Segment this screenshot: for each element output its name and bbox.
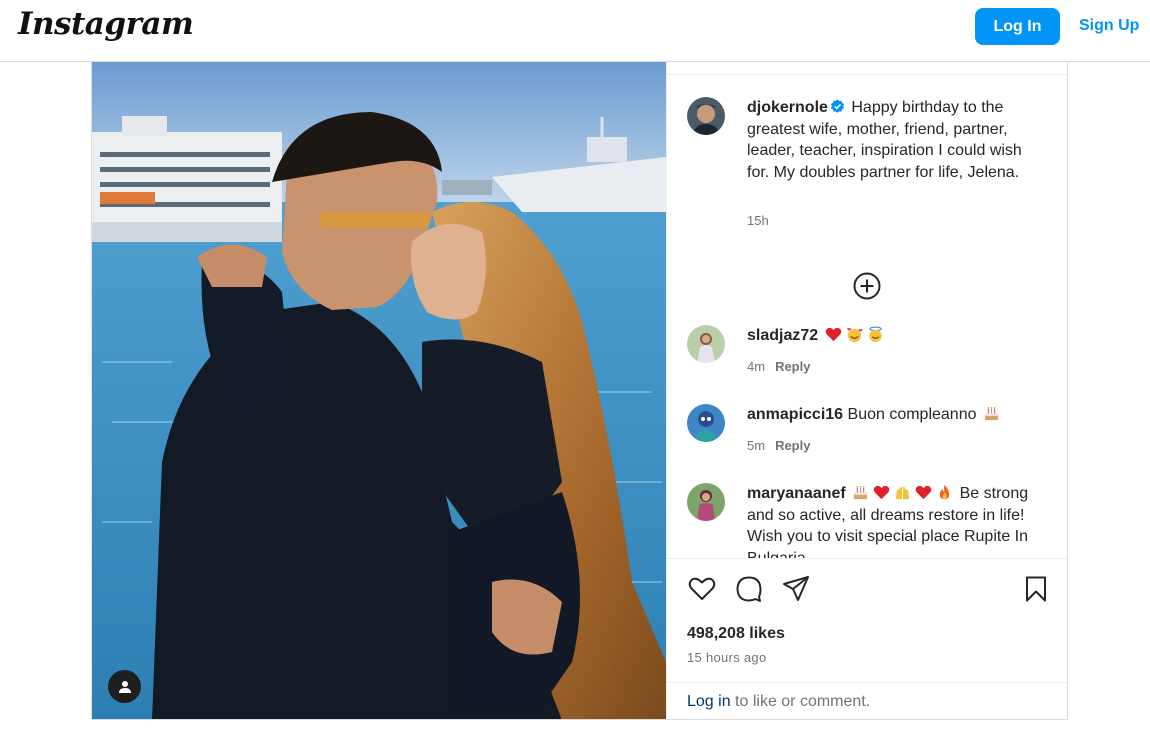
login-to-comment-prompt: Log in to like or comment.	[687, 693, 870, 711]
top-bar: Instagram Log In Sign Up	[0, 0, 1150, 62]
comment-icon[interactable]	[734, 574, 764, 604]
red-heart-emoji	[873, 485, 890, 500]
reply-button[interactable]: Reply	[775, 359, 810, 374]
verified-badge-icon	[830, 99, 844, 113]
birthday-cake-emoji	[854, 485, 868, 500]
comment-text: maryanaanef Be strong and so active, all…	[747, 483, 1047, 558]
comment-username[interactable]: anmapicci16	[747, 406, 843, 423]
comment-text: anmapicci16 Buon compleanno	[747, 404, 1047, 426]
login-button[interactable]: Log In	[975, 8, 1060, 45]
login-prompt-text: to like or comment.	[730, 693, 871, 710]
commenter-avatar[interactable]	[687, 483, 725, 521]
red-heart-emoji	[915, 485, 932, 500]
signup-link[interactable]: Sign Up	[1079, 17, 1139, 35]
comment-username[interactable]: maryanaanef	[747, 485, 846, 502]
post-timestamp[interactable]: 15 hours ago	[687, 650, 767, 665]
instagram-logo[interactable]: Instagram	[18, 6, 194, 42]
post-details-panel: djokernole Happy birthday to the greates…	[666, 62, 1067, 719]
divider	[667, 558, 1067, 559]
user-tag-icon	[118, 680, 131, 693]
comment-time[interactable]: 5m	[747, 438, 765, 453]
couple-kissing-photo	[92, 62, 666, 719]
add-circle-icon[interactable]	[852, 271, 882, 301]
post-photo[interactable]	[92, 62, 666, 719]
bookmark-icon[interactable]	[1021, 574, 1051, 604]
comment-body: Buon compleanno	[847, 406, 977, 423]
commenter-avatar[interactable]	[687, 325, 725, 363]
caption-time[interactable]: 15h	[747, 213, 769, 228]
author-username[interactable]: djokernole	[747, 99, 828, 116]
divider	[667, 682, 1067, 683]
share-icon[interactable]	[781, 574, 811, 604]
caption-meta: 15h	[747, 213, 769, 228]
reply-button[interactable]: Reply	[775, 438, 810, 453]
author-avatar[interactable]	[687, 97, 725, 135]
likes-count[interactable]: 498,208 likes	[687, 625, 785, 643]
smiling-face-with-halo-emoji	[868, 326, 882, 343]
heart-icon[interactable]	[687, 574, 717, 604]
post-card: djokernole Happy birthday to the greates…	[91, 62, 1068, 720]
birthday-cake-emoji	[984, 406, 999, 421]
red-heart-emoji	[825, 327, 841, 342]
fire-emoji	[939, 484, 950, 500]
user-tag-button[interactable]	[108, 670, 141, 703]
login-link[interactable]: Log in	[687, 693, 731, 710]
comment-meta: 5m Reply	[747, 438, 810, 453]
raising-hands-emoji	[896, 486, 910, 500]
comment-time[interactable]: 4m	[747, 359, 765, 374]
post-actions	[687, 574, 1049, 606]
comments-list[interactable]: djokernole Happy birthday to the greates…	[667, 75, 1067, 558]
smiling-face-with-hearts-emoji	[846, 327, 863, 343]
comment-username[interactable]: sladjaz72	[747, 327, 818, 344]
comment-text: sladjaz72	[747, 325, 1047, 347]
comment-meta: 4m Reply	[747, 359, 810, 374]
caption-text: djokernole Happy birthday to the greates…	[747, 97, 1047, 207]
commenter-avatar[interactable]	[687, 404, 725, 442]
